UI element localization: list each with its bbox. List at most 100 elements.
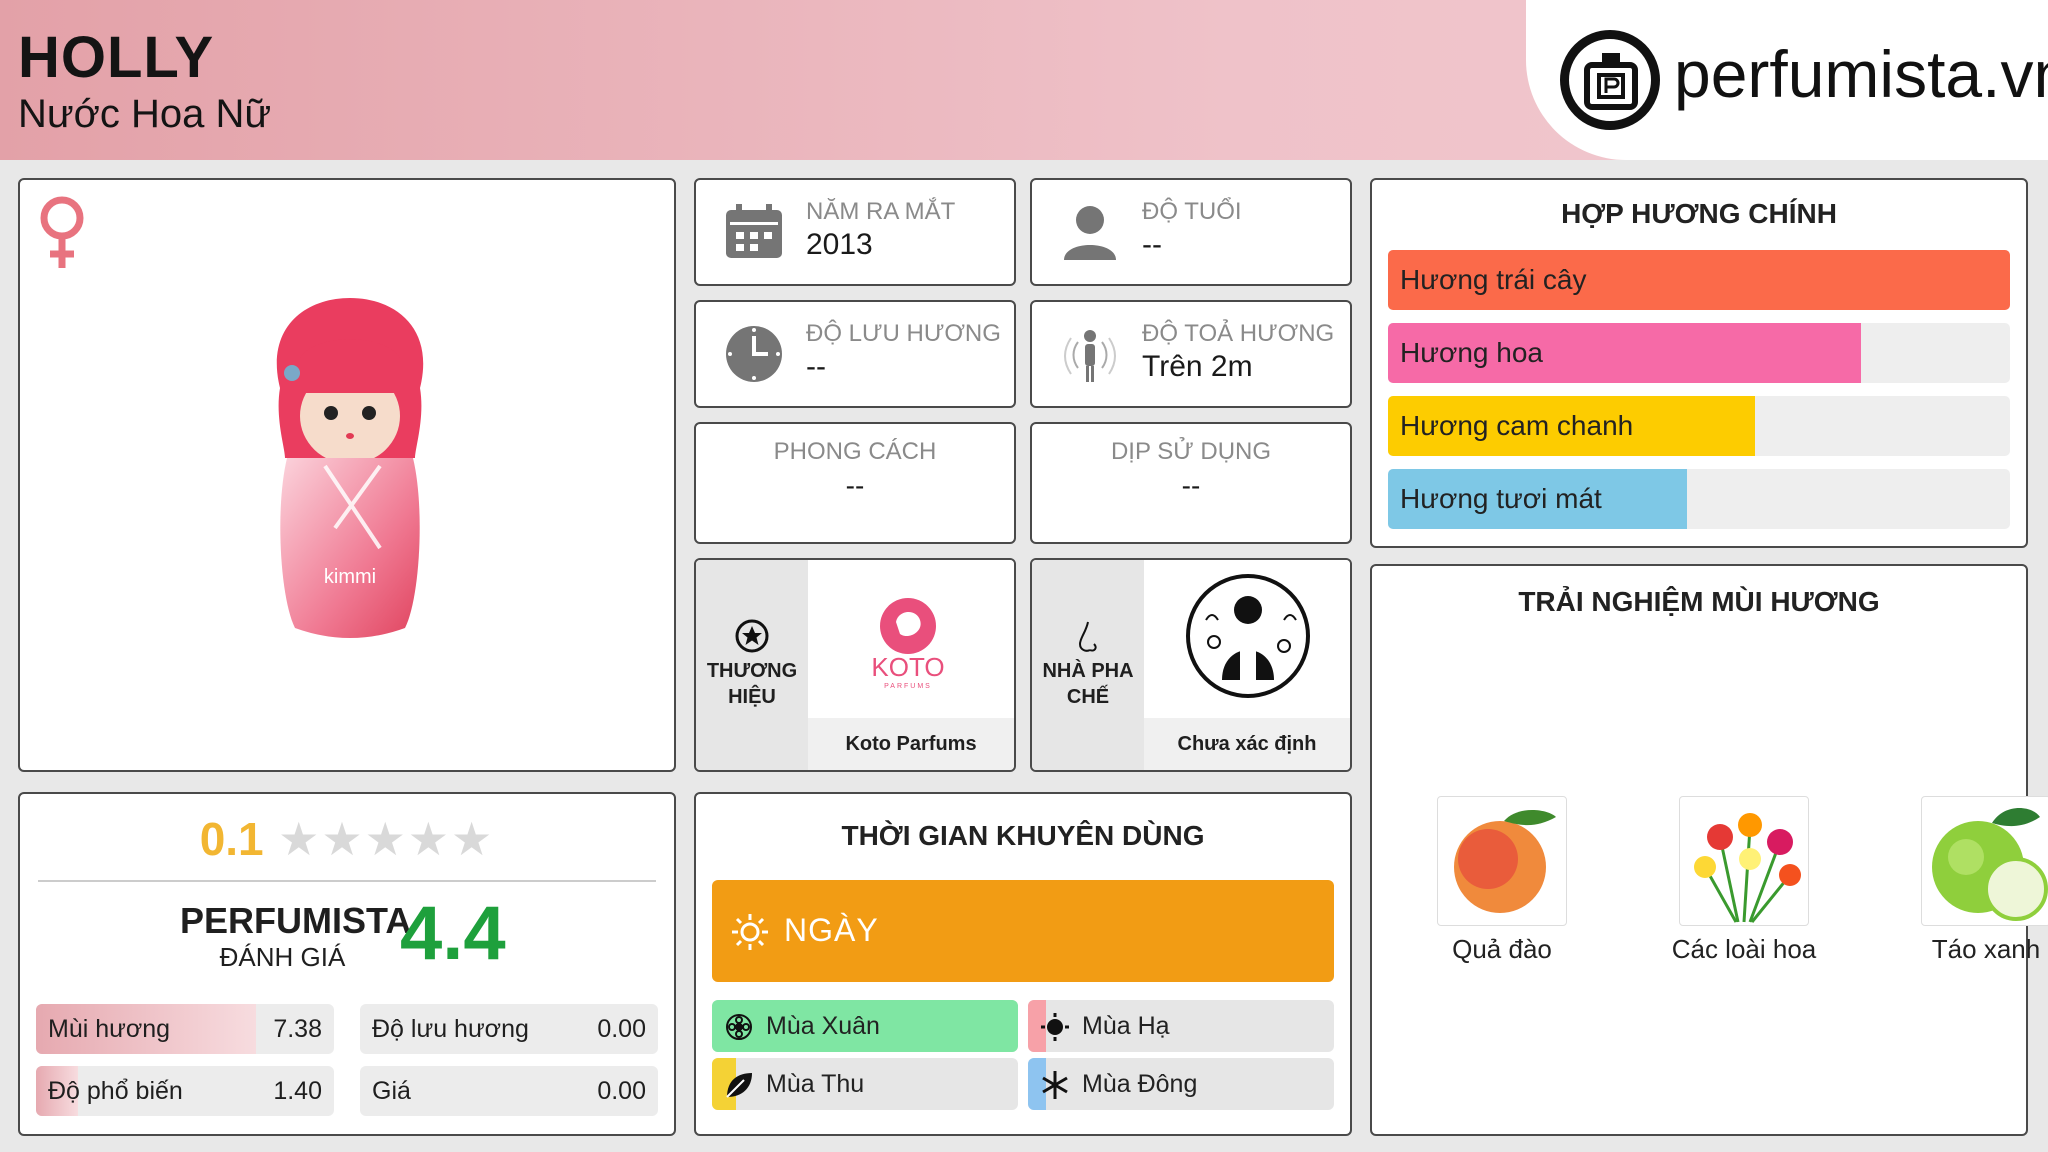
brand-logo-sub: PARFUMS (884, 683, 932, 690)
info-style: PHONG CÁCH -- (694, 422, 1016, 544)
metric-value: 0.00 (597, 1077, 646, 1105)
info-value: Trên 2m (1142, 350, 1253, 383)
scent-notes-card: TRẢI NGHIỆM MÙI HƯƠNG Quả đào Các loài h… (1370, 564, 2048, 1136)
info-age: ĐỘ TUỔI -- (1030, 178, 1352, 286)
info-label: ĐỘ TUỔI (1142, 198, 1242, 225)
perfume-bottle-image: kimmi (276, 298, 424, 638)
info-label: NĂM RA MẮT (806, 198, 956, 225)
perfumista-sub: ĐÁNH GIÁ (219, 942, 346, 972)
metric-popularity: Độ phổ biến 1.40 (36, 1066, 334, 1116)
accord-fruity: Hương trái cây (1388, 250, 2010, 310)
info-label: DỊP SỬ DỤNG (1110, 438, 1272, 465)
main-accords-card: HỢP HƯƠNG CHÍNH Hương trái cây Hương hoa… (1370, 178, 2028, 548)
season-winter: Mùa Đông (1028, 1058, 1334, 1110)
user-icon (1064, 206, 1116, 260)
season-autumn: Mùa Thu (712, 1058, 1018, 1110)
metric-value: 7.38 (273, 1015, 322, 1043)
brand-card[interactable]: THƯƠNG HIỆU KOTO PARFUMS Koto Parfums (694, 558, 1016, 772)
brand-label: THƯƠNG HIỆU (706, 660, 798, 708)
perfumista-label: PERFUMISTA (180, 900, 412, 941)
user-rating-score: 0.1 (199, 813, 264, 865)
info-label: ĐỘ TOẢ HƯƠNG (1142, 320, 1335, 347)
bottle-label: kimmi (324, 566, 376, 588)
season-summer: Mùa Hạ (1028, 1000, 1334, 1052)
brand-name: Koto Parfums (808, 718, 1014, 770)
leaf-icon (726, 1073, 752, 1098)
perfumer-name: Chưa xác định (1144, 718, 1350, 770)
star-badge-icon (735, 619, 769, 653)
metric-price: Giá 0.00 (360, 1066, 658, 1116)
flowers-icon (1679, 796, 1809, 926)
info-value: -- (806, 350, 826, 383)
info-occasion: DỊP SỬ DỤNG -- (1030, 422, 1352, 544)
green-apple-icon (1921, 796, 2048, 926)
perfumer-card[interactable]: NHÀ PHA CHẾ Chưa xác định (1030, 558, 1352, 772)
metric-label: Giá (372, 1077, 411, 1105)
info-label: PHONG CÁCH (773, 438, 937, 465)
perfumer-avatar (1144, 560, 1350, 714)
accord-floral: Hương hoa (1388, 323, 2010, 383)
season-label: Mùa Thu (766, 1070, 865, 1098)
accords-title: HỢP HƯƠNG CHÍNH (1561, 198, 1837, 229)
female-icon (40, 196, 84, 268)
info-value: -- (1142, 228, 1162, 261)
info-longevity: ĐỘ LƯU HƯƠNG -- (694, 300, 1016, 408)
metric-value: 0.00 (597, 1015, 646, 1043)
season-spring: Mùa Xuân (712, 1000, 1018, 1052)
accord-fresh: Hương tươi mát (1388, 469, 2010, 529)
nose-icon (1078, 621, 1097, 652)
logo-text: perfumista.vn (1674, 37, 2048, 111)
notes-title: TRẢI NGHIỆM MÙI HƯƠNG (1518, 586, 1880, 617)
calendar-icon (726, 204, 782, 258)
peach-icon (1437, 796, 1567, 926)
product-image-card: kimmi (18, 178, 676, 772)
clock-icon (726, 326, 782, 382)
page-subtitle: Nước Hoa Nữ (18, 92, 272, 136)
snowflake-icon (1042, 1071, 1068, 1099)
divider (38, 880, 656, 882)
rating-card: 0.1 ★★★★★ PERFUMISTA ĐÁNH GIÁ 4.4 Mùi hư… (18, 792, 676, 1136)
metric-label: Độ phổ biến (48, 1077, 183, 1105)
logo[interactable]: perfumista.vn (1526, 0, 2048, 160)
info-value: -- (845, 470, 865, 501)
note-item[interactable]: Quả đào (1402, 796, 1602, 965)
summer-sun-icon (1041, 1013, 1069, 1041)
note-item[interactable]: Táo xanh (1886, 796, 2048, 965)
time-title: THỜI GIAN KHUYÊN DÙNG (841, 820, 1205, 851)
info-value: 2013 (806, 228, 873, 261)
brand-logo-text: KOTO (871, 652, 944, 682)
metric-label: Độ lưu hương (372, 1015, 529, 1043)
metric-longevity: Độ lưu hương 0.00 (360, 1004, 658, 1054)
accord-label: Hương tươi mát (1400, 483, 1602, 514)
perfumista-score: 4.4 (400, 891, 506, 976)
info-label: ĐỘ LƯU HƯƠNG (806, 320, 1001, 347)
accord-label: Hương trái cây (1400, 264, 1587, 295)
info-sillage: ĐỘ TOẢ HƯƠNG Trên 2m (1030, 300, 1352, 408)
sun-icon (732, 914, 768, 950)
note-item[interactable]: Các loài hoa (1644, 796, 1844, 965)
sillage-person-icon (1064, 330, 1116, 382)
spring-flower-icon (726, 1014, 752, 1040)
info-value: -- (1181, 470, 1201, 501)
brand-logo: KOTO PARFUMS (808, 560, 1014, 714)
season-label: Mùa Hạ (1082, 1012, 1170, 1040)
star-rating[interactable]: ★★★★★ (278, 812, 494, 866)
day-bar: NGÀY (712, 880, 1334, 982)
perfume-bottle-logo-icon (1560, 30, 1660, 130)
metric-value: 1.40 (273, 1077, 322, 1105)
accord-label: Hương hoa (1400, 337, 1543, 368)
day-label: NGÀY (784, 912, 879, 948)
note-label: Các loài hoa (1671, 934, 1817, 964)
accord-citrus: Hương cam chanh (1388, 396, 2010, 456)
header: HOLLY Nước Hoa Nữ perfumista.vn (0, 0, 2048, 160)
season-label: Mùa Đông (1082, 1070, 1198, 1098)
info-launch-year: NĂM RA MẮT 2013 (694, 178, 1016, 286)
metric-label: Mùi hương (48, 1015, 171, 1043)
season-label: Mùa Xuân (766, 1012, 880, 1040)
note-label: Quả đào (1452, 934, 1552, 964)
note-label: Táo xanh (1931, 934, 2041, 964)
recommended-time-card: THỜI GIAN KHUYÊN DÙNG NGÀY Mùa Xuân Mùa (694, 792, 1352, 1136)
metric-scent: Mùi hương 7.38 (36, 1004, 334, 1054)
perfumer-label: NHÀ PHA CHẾ (1042, 660, 1134, 708)
page-title: HOLLY (18, 25, 215, 90)
